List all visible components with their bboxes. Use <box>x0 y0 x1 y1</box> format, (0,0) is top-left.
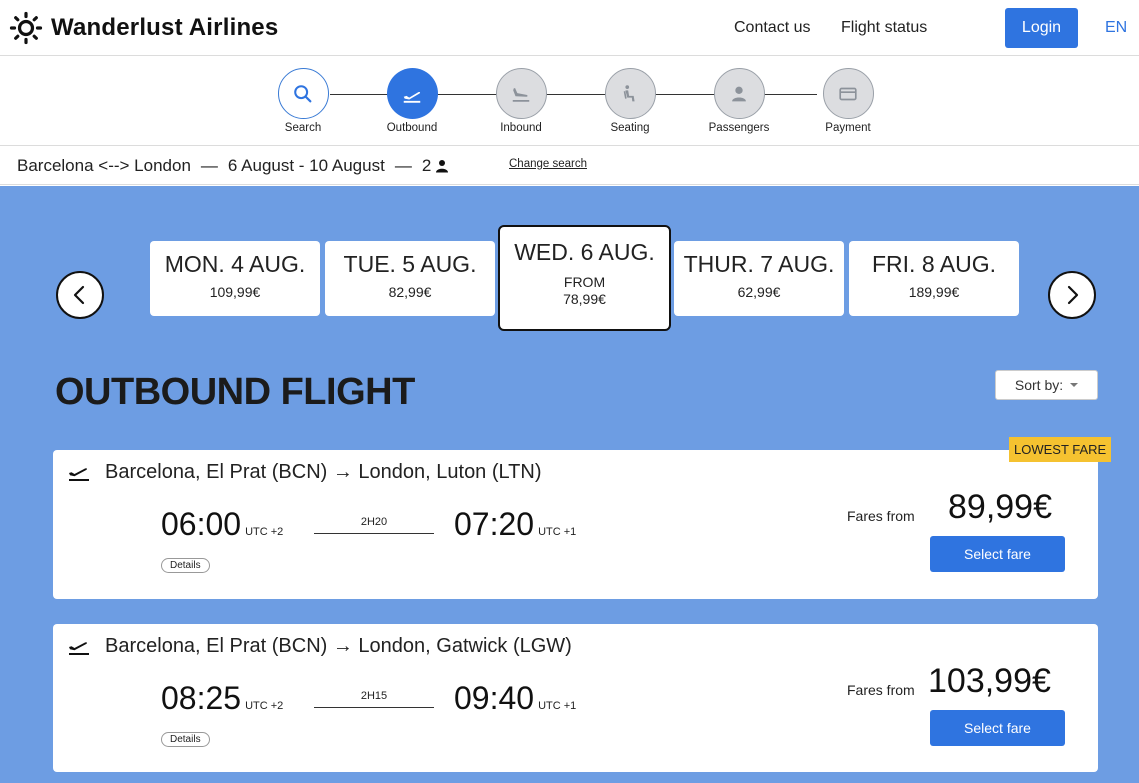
date-label: MON. 4 AUG. <box>164 251 306 277</box>
sort-label: Sort by: <box>1014 377 1064 393</box>
date-price: 82,99€ <box>388 284 432 300</box>
duration-line <box>314 533 434 534</box>
details-button[interactable]: Details <box>161 732 210 747</box>
fare-price: 103,99€ <box>928 662 1051 700</box>
departure-time: 06:00 UTC +2 <box>161 506 283 543</box>
date-card-mon-4[interactable]: MON. 4 AUG. 109,99€ <box>150 241 320 316</box>
date-price: 78,99€ <box>563 291 606 307</box>
card-icon <box>839 87 857 100</box>
language-selector[interactable]: EN <box>1105 19 1127 37</box>
change-search-link[interactable]: Change search <box>509 158 587 170</box>
step-label: Inbound <box>500 122 542 134</box>
step-search-circle <box>277 68 329 119</box>
step-label: Passengers <box>708 122 770 134</box>
step-label: Seating <box>610 122 650 134</box>
arrival-time: 07:20 UTC +1 <box>454 506 576 543</box>
chevron-left-icon <box>73 285 85 305</box>
route-text: Barcelona, El Prat (BCN) → London, Luton… <box>105 460 542 483</box>
top-header: Wanderlust Airlines Contact us Flight st… <box>0 0 1139 56</box>
route-text: Barcelona, El Prat (BCN) → London, Gatwi… <box>105 634 572 657</box>
step-passengers[interactable]: Passengers <box>699 68 779 134</box>
login-button[interactable]: Login <box>1005 8 1078 48</box>
section-title: OUTBOUND FLIGHT <box>55 371 415 413</box>
date-card-fri-8[interactable]: FRI. 8 AUG. 189,99€ <box>849 241 1019 316</box>
step-inbound-circle <box>495 68 547 119</box>
search-summary: Barcelona <--> London — 6 August - 10 Au… <box>17 156 449 176</box>
step-payment[interactable]: Payment <box>808 68 888 134</box>
date-price: 62,99€ <box>737 284 781 300</box>
booking-stepper: Search Outbound Inbound Seating Passenge… <box>0 56 1139 146</box>
nav-flight-status-link[interactable]: Flight status <box>841 19 927 37</box>
summary-separator: — <box>394 156 412 175</box>
step-seating-circle <box>604 68 656 119</box>
departure-timezone: UTC +2 <box>245 700 284 712</box>
step-search[interactable]: Search <box>263 68 343 134</box>
flight-route: Barcelona, El Prat (BCN) → London, Luton… <box>67 460 541 484</box>
departure-time: 08:25 UTC +2 <box>161 680 283 717</box>
departure-time-value: 08:25 <box>161 680 242 716</box>
details-button[interactable]: Details <box>161 558 210 573</box>
summary-passengers: 2 <box>421 156 432 175</box>
chevron-right-icon <box>1067 285 1079 305</box>
flight-duration: 2H20 <box>360 516 388 528</box>
date-price: 109,99€ <box>209 284 261 300</box>
plane-departure-icon <box>403 91 421 103</box>
duration-line <box>314 707 434 708</box>
fares-from-label: Fares from <box>847 682 915 698</box>
date-label: THUR. 7 AUG. <box>683 251 835 277</box>
plane-departure-icon <box>69 468 89 481</box>
date-card-wed-6-selected[interactable]: WED. 6 AUG. FROM 78,99€ <box>498 225 671 331</box>
step-outbound-circle <box>386 68 438 119</box>
date-label: WED. 6 AUG. <box>514 239 655 265</box>
brand-name: Wanderlust Airlines <box>51 14 279 41</box>
select-fare-button[interactable]: Select fare <box>930 536 1065 572</box>
nav-contact-link[interactable]: Contact us <box>734 19 810 37</box>
step-label: Search <box>284 122 322 134</box>
arrival-time: 09:40 UTC +1 <box>454 680 576 717</box>
step-label: Payment <box>825 122 871 134</box>
date-card-thu-7[interactable]: THUR. 7 AUG. 62,99€ <box>674 241 844 316</box>
sun-logo-icon <box>9 11 43 45</box>
date-card-tue-5[interactable]: TUE. 5 AUG. 82,99€ <box>325 241 495 316</box>
departure-timezone: UTC +2 <box>245 526 284 538</box>
search-icon <box>294 84 312 102</box>
seat-icon <box>623 84 635 101</box>
summary-separator: — <box>200 156 218 175</box>
previous-dates-button[interactable] <box>56 271 104 319</box>
step-label: Outbound <box>386 122 438 134</box>
select-fare-button[interactable]: Select fare <box>930 710 1065 746</box>
arrival-time-value: 09:40 <box>454 680 535 716</box>
departure-time-value: 06:00 <box>161 506 242 542</box>
summary-dates: 6 August - 10 August <box>227 156 385 175</box>
fares-from-label: Fares from <box>847 508 915 524</box>
summary-route: Barcelona <--> London <box>17 156 191 175</box>
plane-arrival-icon <box>512 87 530 102</box>
person-icon <box>436 160 449 173</box>
flight-route: Barcelona, El Prat (BCN) → London, Gatwi… <box>67 634 572 658</box>
plane-departure-icon <box>69 642 89 655</box>
sort-dropdown[interactable]: Sort by: <box>995 370 1098 400</box>
flight-duration: 2H15 <box>360 690 388 702</box>
step-seating[interactable]: Seating <box>590 68 670 134</box>
date-label: FRI. 8 AUG. <box>872 251 996 277</box>
flight-card: Barcelona, El Prat (BCN) → London, Luton… <box>53 450 1098 599</box>
step-inbound[interactable]: Inbound <box>481 68 561 134</box>
date-from-label: FROM <box>563 274 606 290</box>
results-area: MON. 4 AUG. 109,99€ TUE. 5 AUG. 82,99€ W… <box>0 186 1139 783</box>
lowest-fare-badge: LOWEST FARE <box>1009 437 1112 462</box>
next-dates-button[interactable] <box>1048 271 1096 319</box>
step-passengers-circle <box>713 68 765 119</box>
person-icon <box>732 86 746 101</box>
brand[interactable]: Wanderlust Airlines <box>9 11 278 45</box>
arrival-timezone: UTC +1 <box>538 700 577 712</box>
fare-price: 89,99€ <box>948 488 1052 526</box>
date-label: TUE. 5 AUG. <box>343 251 477 277</box>
date-price: 189,99€ <box>908 284 960 300</box>
arrival-time-value: 07:20 <box>454 506 535 542</box>
step-payment-circle <box>822 68 874 119</box>
flight-card: Barcelona, El Prat (BCN) → London, Gatwi… <box>53 624 1098 772</box>
caret-down-icon <box>1070 383 1079 387</box>
step-outbound[interactable]: Outbound <box>372 68 452 134</box>
arrival-timezone: UTC +1 <box>538 526 577 538</box>
